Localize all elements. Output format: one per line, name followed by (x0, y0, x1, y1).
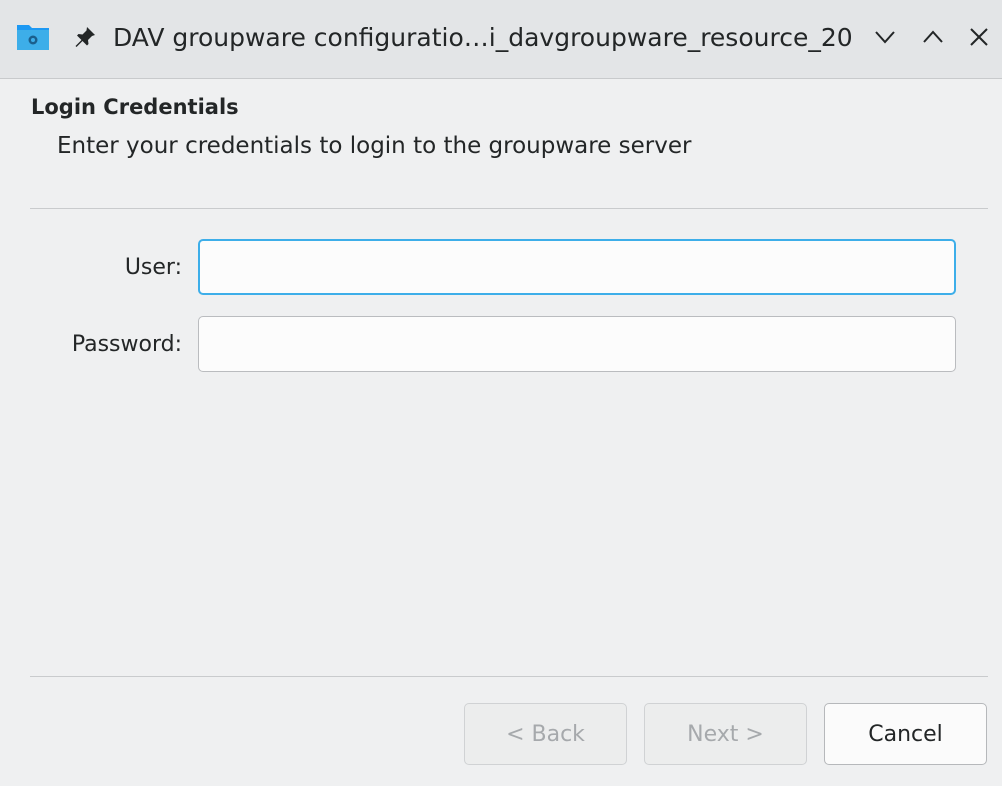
cancel-button[interactable]: Cancel (824, 703, 987, 765)
user-label: User: (124, 255, 182, 280)
password-label: Password: (71, 332, 182, 357)
window-title: DAV groupware configuratio…i_davgroupwar… (113, 23, 853, 52)
divider (30, 208, 988, 209)
close-icon[interactable] (964, 22, 994, 52)
divider (30, 676, 988, 677)
password-input[interactable] (198, 316, 956, 372)
folder-network-icon (17, 25, 49, 50)
chevron-down-icon[interactable] (870, 22, 900, 52)
page-title: Login Credentials (31, 95, 239, 119)
user-input[interactable] (198, 239, 956, 295)
pin-icon[interactable] (72, 24, 98, 50)
chevron-up-icon[interactable] (918, 22, 948, 52)
page-subtitle: Enter your credentials to login to the g… (57, 133, 692, 159)
back-button[interactable]: < Back (464, 703, 627, 765)
title-bar[interactable]: DAV groupware configuratio…i_davgroupwar… (0, 0, 1002, 79)
next-button[interactable]: Next > (644, 703, 807, 765)
